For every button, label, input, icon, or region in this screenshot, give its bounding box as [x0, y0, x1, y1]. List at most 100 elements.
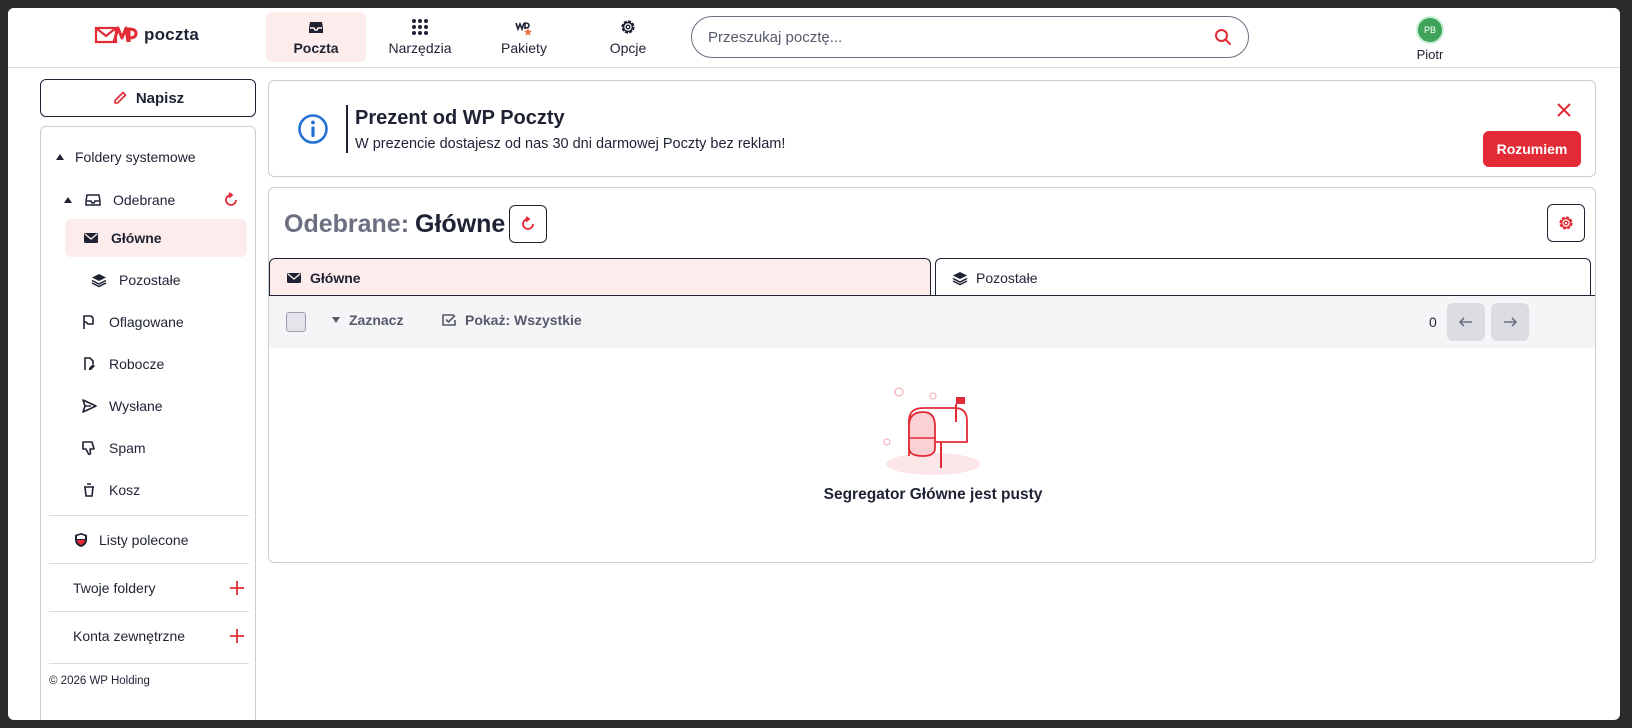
sidebar-item-label: Wysłane [109, 398, 163, 414]
send-icon [82, 399, 97, 413]
sidebar-item-label: Kosz [109, 482, 141, 498]
your-folders-row: Twoje foldery [55, 573, 245, 603]
refresh-icon[interactable] [223, 192, 239, 208]
search-input[interactable] [708, 28, 1214, 46]
arrow-left-icon [1458, 317, 1472, 327]
select-all-checkbox[interactable] [286, 312, 306, 332]
envelope-icon [287, 272, 301, 283]
main-nav: Poczta Narzędzia Pakiety Opcje [266, 12, 682, 62]
your-folders-label: Twoje foldery [73, 580, 156, 596]
plus-icon[interactable] [229, 628, 245, 644]
title-prefix: Odebrane: [284, 210, 410, 238]
gear-icon [621, 20, 635, 34]
thumbs-down-icon [82, 441, 95, 456]
select-label: Zaznacz [349, 312, 404, 328]
banner-divider [346, 105, 348, 153]
show-filter[interactable]: Pokaż: Wszystkie [441, 312, 582, 328]
sidebar-item-odebrane[interactable]: Odebrane [55, 181, 247, 219]
previous-page-button[interactable] [1447, 303, 1485, 341]
arrow-right-icon [1504, 317, 1518, 327]
folder-sidebar: Foldery systemowe Odebrane Główne Pozost… [40, 126, 256, 720]
mailbox-illustration [883, 387, 980, 475]
grid-icon [412, 19, 428, 35]
show-label: Pokaż: Wszystkie [465, 312, 582, 328]
sidebar-item-label: Pozostałe [119, 272, 181, 288]
refresh-button[interactable] [509, 205, 547, 243]
triangle-down-icon [332, 317, 340, 323]
shield-icon [75, 533, 87, 547]
sidebar-item-wyslane[interactable]: Wysłane [55, 387, 247, 425]
title-main: Główne [415, 210, 506, 238]
nav-pakiety[interactable]: Pakiety [474, 12, 574, 62]
folder-settings-button[interactable] [1547, 204, 1585, 242]
tab-label: Pozostałe [976, 269, 1038, 286]
gear-icon [1559, 216, 1573, 230]
sidebar-divider [49, 611, 249, 612]
external-accounts-row: Konta zewnętrzne [55, 621, 245, 651]
avatar[interactable]: PB [1416, 16, 1444, 44]
top-bar: poczta Poczta Narzędzia Pakiety Opcje Pr… [8, 8, 1620, 68]
sidebar-divider [49, 563, 249, 564]
layers-icon [952, 271, 968, 285]
nav-narzedzia[interactable]: Narzędzia [370, 12, 470, 62]
sidebar-item-glowne[interactable]: Główne [65, 219, 247, 257]
plus-icon[interactable] [229, 580, 245, 596]
nav-label: Narzędzia [388, 40, 452, 56]
external-accounts-label: Konta zewnętrzne [73, 628, 186, 644]
sidebar-item-kosz[interactable]: Kosz [55, 471, 247, 509]
sidebar-item-oflagowane[interactable]: Oflagowane [55, 303, 247, 341]
refresh-icon [522, 216, 534, 230]
system-folders-label: Foldery systemowe [75, 149, 196, 165]
page-title: Odebrane: Główne [284, 210, 505, 239]
nav-label: Poczta [293, 40, 339, 56]
logo-text: poczta [144, 25, 200, 44]
sidebar-item-robocze[interactable]: Robocze [55, 345, 247, 383]
message-count: 0 [1429, 314, 1437, 330]
mail-window: poczta Poczta Narzędzia Pakiety Opcje Pr… [8, 8, 1620, 720]
understand-button[interactable]: Rozumiem [1483, 131, 1581, 167]
close-icon [1557, 103, 1571, 117]
sidebar-item-label: Spam [109, 440, 146, 456]
search-box[interactable] [691, 16, 1249, 58]
list-toolbar: Zaznacz Pokaż: Wszystkie 0 [269, 296, 1595, 348]
banner-text: W prezencie dostajesz od nas 30 dni darm… [355, 136, 786, 152]
nav-opcje[interactable]: Opcje [578, 12, 678, 62]
system-folders-toggle[interactable]: Foldery systemowe [55, 149, 196, 165]
triangle-up-icon [56, 154, 64, 160]
tab-glowne[interactable]: Główne [269, 258, 931, 296]
pencil-icon [114, 91, 127, 104]
wp-logo-icon [94, 26, 138, 44]
wp-poczta-logo[interactable]: poczta [94, 24, 199, 46]
compose-button[interactable]: Napisz [40, 79, 256, 117]
wp-packages-icon [515, 21, 532, 36]
sidebar-item-spam[interactable]: Spam [55, 429, 247, 467]
sidebar-item-label: Oflagowane [109, 314, 184, 330]
promo-banner: Prezent od WP Poczty W prezencie dostaje… [268, 80, 1596, 177]
tab-pozostale[interactable]: Pozostałe [935, 258, 1591, 296]
layers-icon [91, 274, 107, 288]
select-dropdown[interactable]: Zaznacz [331, 312, 403, 328]
search-icon[interactable] [1214, 28, 1232, 46]
envelope-icon [84, 233, 98, 243]
close-banner-button[interactable] [1553, 99, 1575, 121]
compose-label: Napisz [135, 89, 185, 107]
empty-state: Segregator Główne jest pusty [269, 386, 1595, 504]
flag-icon [83, 315, 94, 329]
sidebar-item-label: Robocze [109, 356, 165, 372]
user-menu[interactable]: PB Piotr [1406, 16, 1454, 62]
sidebar-divider [49, 515, 249, 516]
sidebar-divider [49, 663, 249, 664]
sidebar-item-pozostale[interactable]: Pozostałe [65, 261, 247, 299]
banner-title: Prezent od WP Poczty [355, 107, 565, 129]
message-list-panel: Odebrane: Główne Główne Pozostałe Zaznac… [268, 187, 1596, 563]
nav-label: Opcje [609, 40, 647, 56]
tab-label: Główne [310, 269, 361, 286]
sidebar-item-listy-polecone[interactable]: Listy polecone [55, 525, 245, 555]
sidebar-item-label: Główne [111, 230, 162, 246]
nav-poczta[interactable]: Poczta [266, 12, 366, 62]
empty-message: Segregator Główne jest pusty [823, 486, 1043, 503]
inbox-icon [85, 194, 101, 206]
sidebar-item-label: Odebrane [113, 192, 176, 208]
copyright: © 2026 WP Holding [49, 675, 150, 687]
next-page-button[interactable] [1491, 303, 1529, 341]
